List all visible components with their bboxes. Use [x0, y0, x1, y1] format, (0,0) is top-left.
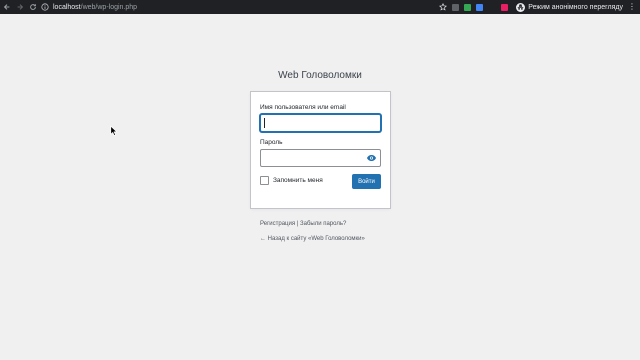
address-bar[interactable]: localhost/web/wp-login.php	[53, 4, 137, 11]
links-separator: |	[296, 221, 299, 227]
site-info-icon[interactable]	[39, 0, 51, 14]
back-arrow-icon[interactable]	[0, 0, 13, 14]
extension-grid-icon[interactable]	[452, 3, 460, 11]
back-to-site: ← Назад к сайту «Web Головоломки»	[260, 236, 365, 242]
toolbar-right: Режим анонімного перегляду ⋮	[439, 0, 636, 14]
lost-password-link[interactable]: Забыли пароль?	[300, 221, 346, 227]
site-title[interactable]: Web Головоломки	[0, 70, 640, 81]
extension-green-icon[interactable]	[464, 3, 472, 11]
incognito-label: Режим анонімного перегляду	[528, 3, 623, 11]
remember-label: Запомнить меня	[273, 177, 323, 184]
url-path: /web/wp-login.php	[80, 3, 138, 11]
extension-blue-icon[interactable]	[476, 3, 484, 11]
login-links: Регистрация | Забыли пароль?	[260, 221, 346, 227]
browser-toolbar: localhost/web/wp-login.php Режим анонімн…	[0, 0, 640, 14]
remember-checkbox[interactable]	[260, 176, 269, 185]
bookmark-star-icon[interactable]	[439, 3, 448, 11]
register-link[interactable]: Регистрация	[260, 221, 295, 227]
remember-me[interactable]: Запомнить меня	[260, 176, 323, 185]
back-to-site-link[interactable]: ← Назад к сайту «Web Головоломки»	[260, 236, 365, 242]
mouse-pointer-icon	[110, 125, 118, 136]
text-caret	[264, 118, 265, 128]
extension-pink-icon[interactable]	[501, 3, 509, 11]
show-password-eye-icon[interactable]	[365, 152, 377, 164]
username-label: Имя пользователя или email	[260, 104, 346, 111]
password-input[interactable]	[260, 149, 381, 167]
login-button[interactable]: Войти	[352, 174, 381, 189]
forward-arrow-icon[interactable]	[13, 0, 26, 14]
incognito-profile[interactable]: Режим анонімного перегляду	[516, 2, 623, 12]
url-host: localhost	[53, 3, 81, 11]
login-form: Имя пользователя или email Пароль Запомн…	[250, 91, 391, 209]
password-label: Пароль	[260, 139, 283, 146]
browser-menu-icon[interactable]: ⋮	[628, 3, 636, 11]
incognito-icon	[516, 2, 526, 12]
username-input[interactable]	[260, 114, 381, 132]
reload-icon[interactable]	[26, 0, 39, 14]
